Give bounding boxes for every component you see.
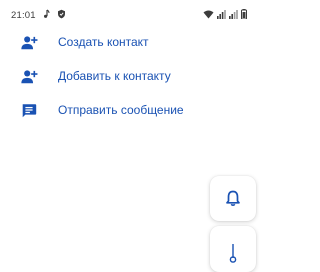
battery-icon: [241, 9, 247, 19]
action-menu: Создать контакт Добавить к контакту Отпр…: [0, 28, 258, 130]
signal-icon: [229, 10, 238, 19]
music-note-icon: [44, 9, 50, 18]
person-add-icon: [21, 70, 38, 84]
person-add-icon: [21, 36, 38, 50]
menu-item-send-message[interactable]: Отправить сообщение: [0, 96, 258, 130]
menu-item-label: Создать контакт: [58, 35, 149, 49]
pin-button[interactable]: [210, 226, 256, 272]
pin-icon: [229, 244, 237, 263]
status-right-icons: [203, 9, 247, 19]
status-bar: 21:01: [0, 0, 258, 28]
signal-icon: [217, 10, 226, 19]
shield-icon: [58, 9, 65, 19]
menu-item-add-to-contact[interactable]: Добавить к контакту: [0, 62, 258, 96]
wifi-icon: [203, 10, 214, 19]
notification-button[interactable]: [210, 176, 256, 221]
bell-icon: [226, 190, 240, 207]
menu-item-label: Отправить сообщение: [58, 103, 184, 117]
menu-item-create-contact[interactable]: Создать контакт: [0, 28, 258, 62]
message-icon: [22, 104, 37, 118]
status-time: 21:01: [11, 10, 36, 21]
menu-item-label: Добавить к контакту: [58, 69, 171, 83]
